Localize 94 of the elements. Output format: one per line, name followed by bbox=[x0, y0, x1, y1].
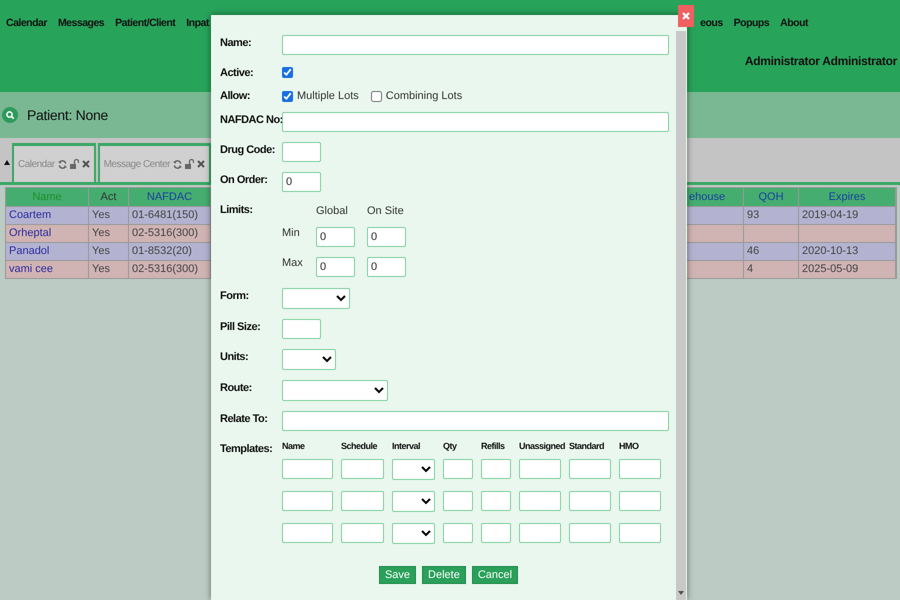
text-field[interactable] bbox=[341, 491, 384, 511]
dropdown-field[interactable] bbox=[282, 349, 336, 370]
limit-field[interactable]: 0 bbox=[367, 227, 406, 247]
column-heading: On Site bbox=[367, 205, 405, 217]
text-field[interactable] bbox=[569, 523, 611, 543]
nav-link[interactable]: eous bbox=[700, 17, 723, 29]
row-label: Min bbox=[282, 227, 301, 241]
dropdown-field[interactable] bbox=[392, 523, 435, 544]
field-label: Allow: bbox=[220, 89, 251, 102]
checkbox[interactable] bbox=[282, 90, 293, 102]
dropdown-field[interactable] bbox=[282, 288, 350, 309]
text-field[interactable] bbox=[619, 459, 661, 479]
text-field[interactable] bbox=[569, 459, 611, 479]
column-heading: Standard bbox=[569, 441, 604, 453]
field-label: Relate To: bbox=[220, 412, 268, 425]
close-button[interactable] bbox=[678, 5, 694, 27]
option-label: Multiple Lots bbox=[297, 90, 359, 102]
text-field[interactable] bbox=[282, 112, 669, 132]
text-field[interactable] bbox=[282, 459, 333, 479]
refresh-icon[interactable] bbox=[172, 160, 182, 168]
scroll-down-icon[interactable] bbox=[678, 591, 684, 595]
text-field[interactable] bbox=[481, 459, 511, 479]
text-field[interactable] bbox=[282, 142, 321, 162]
scrollbar[interactable] bbox=[676, 31, 686, 600]
field-label: NAFDAC No: bbox=[220, 113, 282, 126]
field-label: Name: bbox=[220, 36, 252, 49]
text-field[interactable]: 0 bbox=[282, 172, 321, 192]
column-heading: Refills bbox=[481, 441, 505, 453]
text-field[interactable] bbox=[481, 491, 511, 511]
nav-link[interactable]: Inpat bbox=[186, 17, 209, 29]
field-label: Templates: bbox=[220, 442, 274, 455]
field-label: Route: bbox=[220, 381, 253, 394]
text-field[interactable] bbox=[282, 523, 333, 543]
text-field[interactable] bbox=[282, 491, 333, 511]
text-field[interactable] bbox=[341, 523, 384, 543]
nav-link[interactable]: Patient/Client bbox=[115, 17, 176, 29]
text-field[interactable] bbox=[282, 319, 321, 339]
close-icon[interactable] bbox=[196, 160, 205, 168]
column-heading: Qty bbox=[443, 441, 457, 453]
limit-field[interactable]: 0 bbox=[367, 257, 406, 277]
action-button[interactable]: Save bbox=[378, 566, 416, 584]
option-label: Combining Lots bbox=[386, 90, 462, 102]
text-field[interactable] bbox=[443, 523, 473, 543]
field-label: Drug Code: bbox=[220, 143, 276, 156]
unlock-icon[interactable] bbox=[70, 159, 79, 169]
table-cell: 4 bbox=[744, 260, 799, 279]
column-heading: Name bbox=[282, 441, 305, 453]
column-heading: HMO bbox=[619, 441, 638, 453]
limit-field[interactable]: 0 bbox=[316, 227, 355, 247]
text-field[interactable] bbox=[443, 459, 473, 479]
field-label: Form: bbox=[220, 289, 250, 302]
action-button[interactable]: Cancel bbox=[472, 566, 518, 584]
drug-name[interactable]: vami cee bbox=[6, 260, 89, 279]
text-field[interactable] bbox=[282, 411, 669, 431]
field-label: Limits: bbox=[220, 203, 254, 216]
text-field[interactable] bbox=[341, 459, 384, 479]
unlock-icon[interactable] bbox=[184, 159, 194, 169]
patient-status: Patient: None bbox=[27, 107, 108, 123]
collapse-icon[interactable] bbox=[4, 160, 10, 165]
text-field[interactable] bbox=[619, 523, 661, 543]
column-heading: Global bbox=[316, 205, 349, 217]
field-label: On Order: bbox=[220, 173, 268, 186]
nav-link[interactable]: About bbox=[780, 17, 808, 29]
column-heading: Schedule bbox=[341, 441, 378, 453]
text-field[interactable] bbox=[282, 35, 669, 55]
dropdown-field[interactable] bbox=[392, 491, 435, 512]
text-field[interactable] bbox=[519, 459, 561, 479]
field-label: Active: bbox=[220, 66, 254, 79]
field-label: Pill Size: bbox=[220, 320, 262, 333]
column-heading: Unassigned bbox=[519, 441, 566, 453]
checkbox[interactable] bbox=[370, 90, 382, 102]
text-field[interactable] bbox=[569, 491, 611, 511]
nav-link[interactable]: Calendar bbox=[6, 17, 47, 29]
text-field[interactable] bbox=[443, 491, 473, 511]
field-label: Units: bbox=[220, 350, 250, 363]
table-cell: 2025-05-09 bbox=[799, 260, 896, 279]
text-field[interactable] bbox=[619, 491, 661, 511]
nav-link[interactable]: Popups bbox=[734, 17, 770, 29]
nav-link[interactable]: Messages bbox=[58, 17, 104, 29]
user-name: Administrator Administrator bbox=[744, 54, 897, 68]
dropdown-field[interactable] bbox=[282, 380, 388, 401]
dropdown-field[interactable] bbox=[392, 459, 435, 480]
limit-field[interactable]: 0 bbox=[316, 257, 355, 277]
column-heading: Interval bbox=[392, 441, 420, 453]
checkbox[interactable] bbox=[282, 67, 293, 78]
text-field[interactable] bbox=[519, 523, 561, 543]
text-field[interactable] bbox=[519, 491, 561, 511]
text-field[interactable] bbox=[481, 523, 511, 543]
refresh-icon[interactable] bbox=[58, 160, 67, 168]
action-button[interactable]: Delete bbox=[422, 566, 466, 584]
table-cell: Yes bbox=[89, 260, 129, 279]
close-icon[interactable] bbox=[82, 160, 90, 168]
search-icon[interactable] bbox=[2, 107, 18, 123]
row-label: Max bbox=[282, 257, 304, 271]
